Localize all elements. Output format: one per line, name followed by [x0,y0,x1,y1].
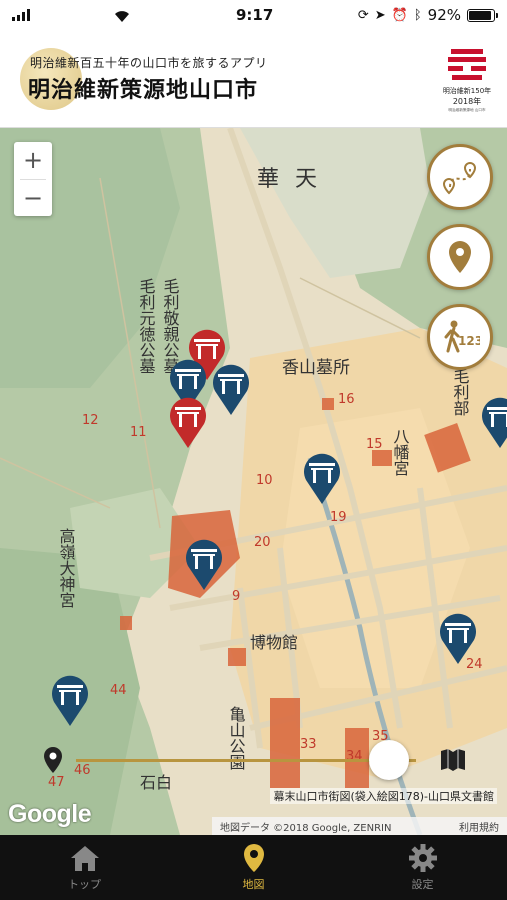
map-label-top-left: 華 [257,167,279,192]
wifi-icon [112,7,132,27]
shrine-marker-blue[interactable] [300,450,344,506]
map-attribution: 地図データ ©2018 Google, ZENRIN 利用規約 [212,817,507,835]
badge-line2: 2018年 [452,97,482,106]
status-right: ⟳ ➤ ⏰ ᛒ 92% [357,6,498,24]
shrine-marker-blue[interactable] [209,361,253,417]
map-pin-icon [243,844,264,872]
historic-map[interactable]: 華 天 毛利敬親公墓 毛利元徳公墓 香山墓所 八幡宮 毛利部 高嶺大神宮 博物館… [0,128,507,835]
map-label-mori-2: 毛利元徳公墓 [137,278,156,374]
map-label-park: 香山墓所 [282,358,350,378]
terms-link[interactable]: 利用規約 [459,819,499,834]
tab-map[interactable]: 地図 [169,835,338,900]
gear-icon [408,844,437,872]
status-left [12,9,30,21]
app-header: 明治維新百五十年の山口市を旅するアプリ 明治維新策源地山口市 明治維新150年 … [0,30,507,128]
svg-text:12: 12 [82,413,99,428]
svg-text:123: 123 [458,334,480,348]
route-icon [442,161,477,195]
map-label-hachiman: 八幡宮 [391,428,410,476]
modern-map-pin-icon [44,747,62,773]
shrine-marker-blue[interactable] [48,672,92,728]
map-data-attribution: 地図データ ©2018 Google, ZENRIN [220,822,392,834]
old-map-image: 華 天 毛利敬親公墓 毛利元徳公墓 香山墓所 八幡宮 毛利部 高嶺大神宮 博物館… [0,128,507,835]
location-pin-icon [449,241,471,273]
shrine-marker-blue[interactable] [436,610,480,666]
svg-text:44: 44 [110,683,127,698]
battery-icon [467,8,498,22]
badge-line3: 明治維新策源地 山口市 [448,107,486,112]
map-label-museum: 博物館 [250,633,298,652]
svg-text:9: 9 [232,589,240,604]
map-label-koshi: 毛利部 [451,368,470,416]
battery-percent: 92% [427,6,461,24]
svg-text:15: 15 [366,437,383,452]
google-logo: Google [8,800,92,828]
alarm-icon: ⏰ [391,7,408,23]
svg-text:16: 16 [338,392,355,407]
signal-icon [12,9,30,21]
tab-top[interactable]: トップ [0,835,169,900]
old-map-book-icon[interactable] [440,748,466,772]
battery-fill [469,10,492,20]
tab-bar: トップ 地図 設定 [0,835,507,900]
badge-mark-icon [445,44,489,84]
home-icon [70,846,99,871]
lock-rotation-icon: ⟳ [357,7,369,23]
map-label-kamiryu: 高嶺大神宮 [57,528,76,608]
svg-text:10: 10 [256,473,273,488]
zoom-control: + − [14,142,52,216]
tab-map-label: 地図 [242,878,265,891]
current-location-button[interactable] [427,224,493,290]
walker-123-icon: 123 [444,320,480,353]
shrine-marker-blue[interactable] [182,536,226,592]
map-overlay-slider[interactable] [40,740,480,780]
svg-text:20: 20 [254,535,271,550]
route-button[interactable] [427,144,493,210]
tab-top-label: トップ [68,878,101,891]
slider-knob[interactable] [368,740,409,780]
shrine-marker-blue[interactable] [478,394,507,450]
map-source-credit: 幕末山口市街図(袋入絵図178)-山口県文書館 [270,788,497,804]
status-bar: 9:17 ⟳ ➤ ⏰ ᛒ 92% [0,0,507,30]
tab-settings[interactable]: 設定 [338,835,507,900]
tab-settings-label: 設定 [411,878,434,891]
location-arrow-icon: ➤ [374,7,386,23]
meiji-150-badge: 明治維新150年 2018年 明治維新策源地 山口市 [441,44,493,114]
header-title: 明治維新策源地山口市 [28,77,259,103]
zoom-in-button[interactable]: + [14,142,52,179]
clock-time: 9:17 [236,6,274,24]
header-subtitle: 明治維新百五十年の山口市を旅するアプリ [30,56,268,70]
walk-count-button[interactable]: 123 [427,304,493,370]
svg-text:11: 11 [130,425,147,440]
svg-text:19: 19 [330,510,347,525]
slider-track[interactable] [76,759,416,762]
map-label-top-right: 天 [295,167,317,192]
zoom-out-button[interactable]: − [14,180,52,217]
shrine-marker-red[interactable] [166,394,210,450]
bluetooth-icon: ᛒ [413,7,422,23]
badge-line1: 明治維新150年 [442,87,492,95]
